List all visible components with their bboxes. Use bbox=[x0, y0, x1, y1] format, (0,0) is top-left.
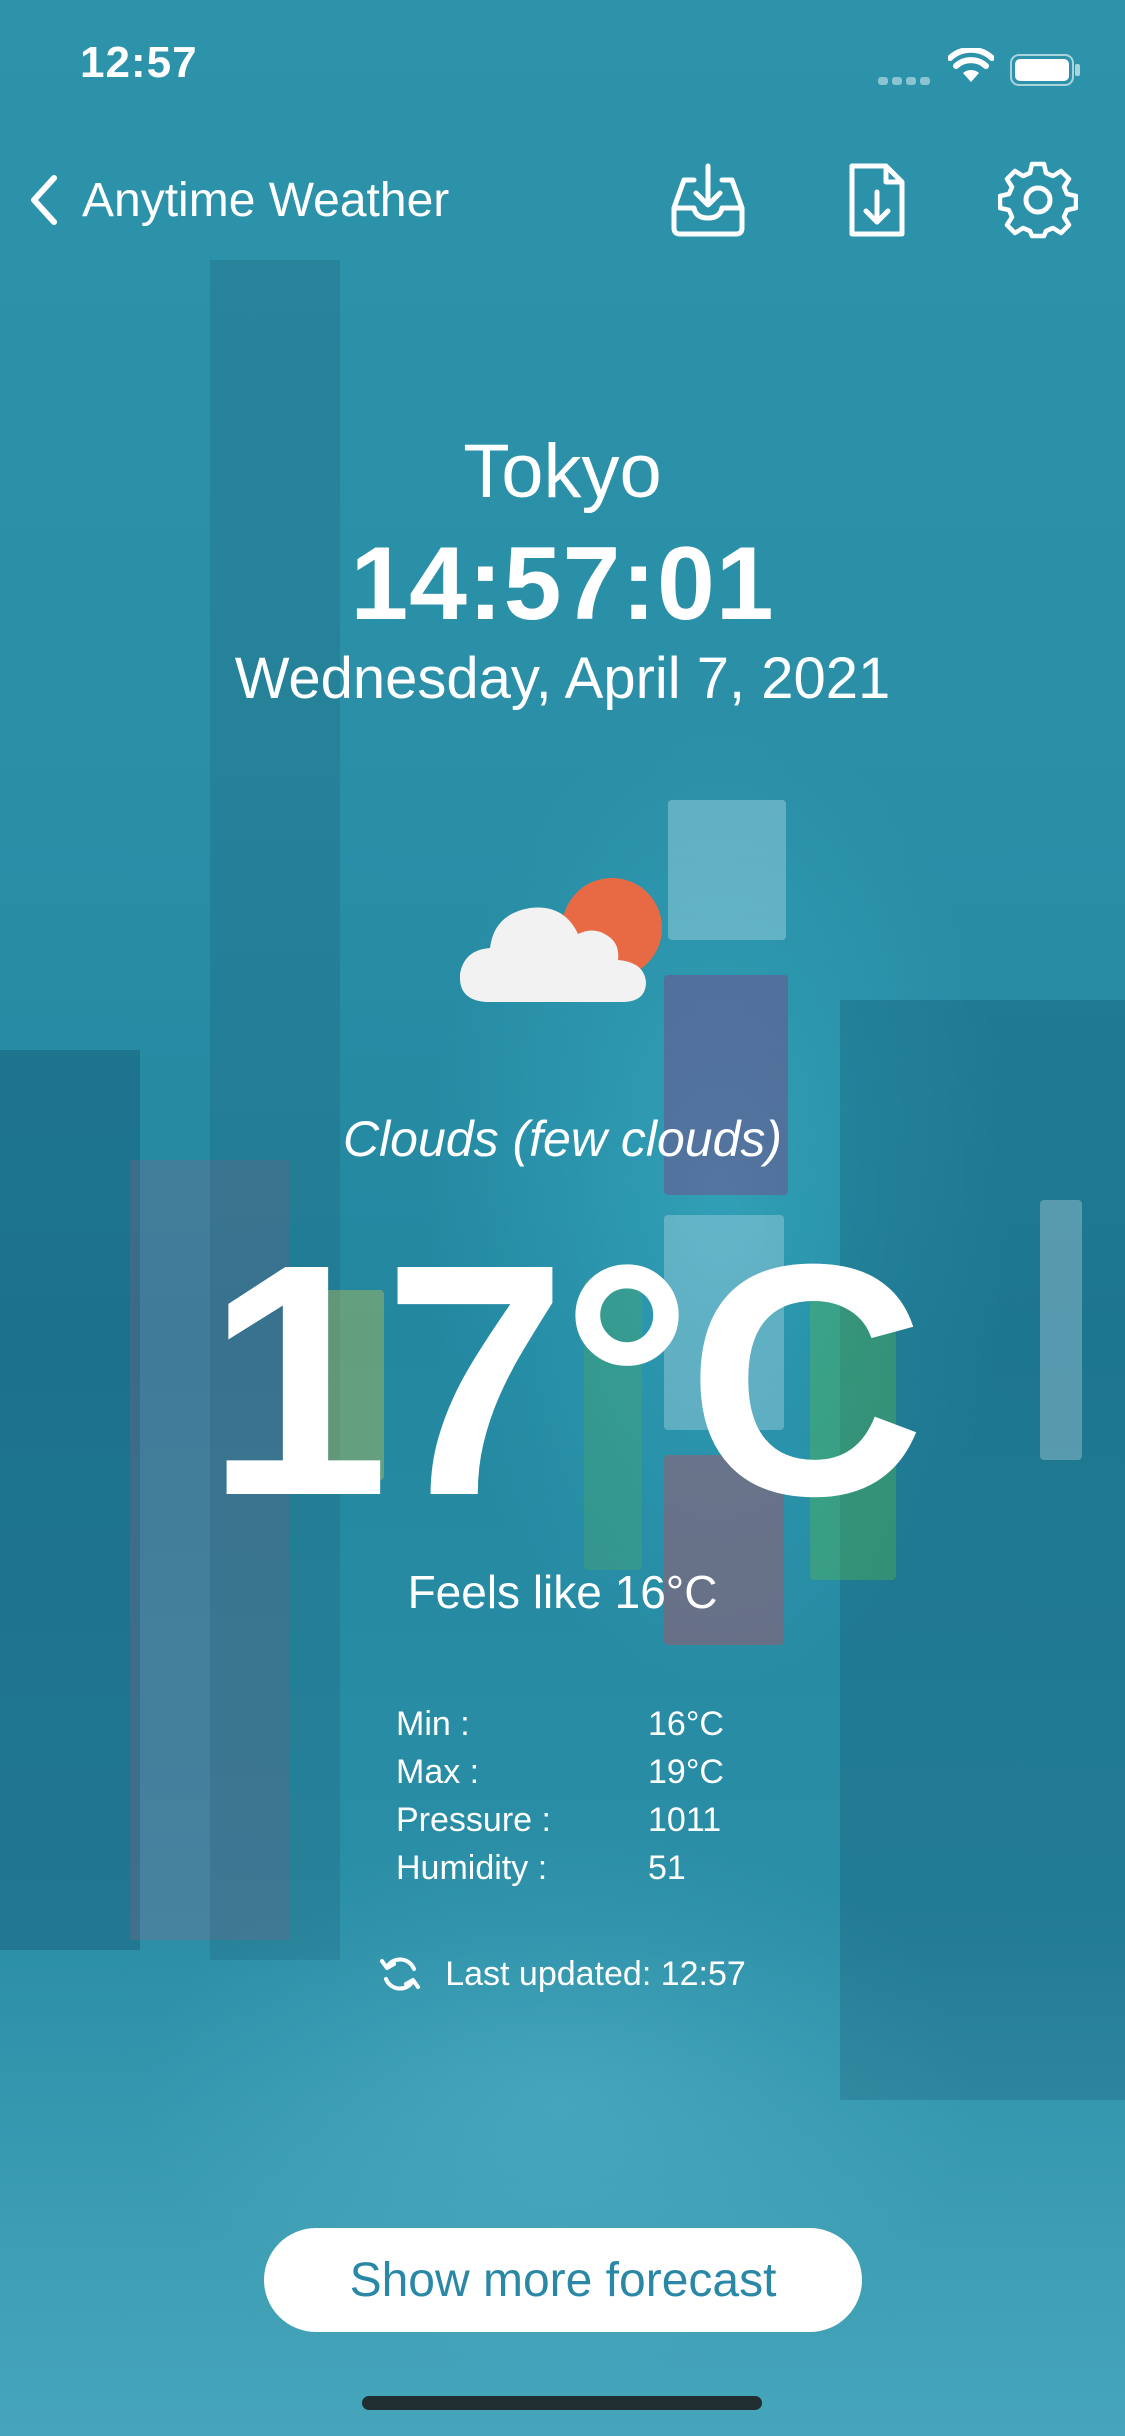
battery-icon bbox=[1010, 54, 1082, 86]
current-temperature: 17°C bbox=[205, 1195, 925, 1564]
cloud-sun-icon bbox=[459, 870, 670, 1010]
detail-label: Pressure : bbox=[396, 1801, 551, 1839]
home-indicator[interactable] bbox=[362, 2396, 762, 2410]
back-label: Anytime Weather bbox=[82, 173, 450, 227]
city-name: Tokyo bbox=[463, 429, 662, 514]
cellular-signal-icon bbox=[878, 72, 934, 86]
file-download-icon[interactable] bbox=[836, 160, 916, 240]
detail-row-pressure: Pressure : 1011 bbox=[396, 1796, 724, 1844]
detail-value: 1011 bbox=[648, 1801, 722, 1839]
local-date: Wednesday, April 7, 2021 bbox=[234, 646, 891, 711]
detail-label: Max : bbox=[396, 1753, 480, 1791]
refresh-icon[interactable] bbox=[379, 1953, 421, 1995]
detail-value: 19°C bbox=[648, 1753, 724, 1791]
last-updated: Last updated: 12:57 bbox=[0, 1953, 1125, 1995]
local-time: 14:57:01 bbox=[350, 526, 775, 642]
show-more-forecast-button[interactable]: Show more forecast bbox=[264, 2228, 862, 2332]
wifi-icon bbox=[947, 46, 995, 84]
detail-row-humidity: Humidity : 51 bbox=[396, 1844, 724, 1892]
detail-label: Min : bbox=[396, 1705, 470, 1743]
detail-row-max: Max : 19°C bbox=[396, 1748, 724, 1796]
chevron-left-icon bbox=[31, 175, 57, 225]
navigation-bar: Anytime Weather bbox=[0, 150, 1125, 250]
last-updated-label: Last updated: 12:57 bbox=[445, 1954, 746, 1993]
feels-like: Feels like 16°C bbox=[407, 1566, 718, 1618]
back-button[interactable]: Anytime Weather bbox=[24, 170, 449, 230]
status-bar: 12:57 bbox=[0, 0, 1125, 135]
inbox-download-icon[interactable] bbox=[668, 160, 748, 240]
detail-value: 16°C bbox=[648, 1705, 724, 1743]
status-time: 12:57 bbox=[80, 38, 198, 87]
weather-condition: Clouds (few clouds) bbox=[342, 1111, 783, 1167]
detail-value: 51 bbox=[648, 1849, 686, 1887]
detail-row-min: Min : 16°C bbox=[396, 1700, 724, 1748]
gear-icon[interactable] bbox=[997, 160, 1079, 240]
detail-label: Humidity : bbox=[396, 1849, 548, 1887]
weather-details: Min : 16°C Max : 19°C Pressure : 1011 Hu… bbox=[396, 1700, 724, 1892]
